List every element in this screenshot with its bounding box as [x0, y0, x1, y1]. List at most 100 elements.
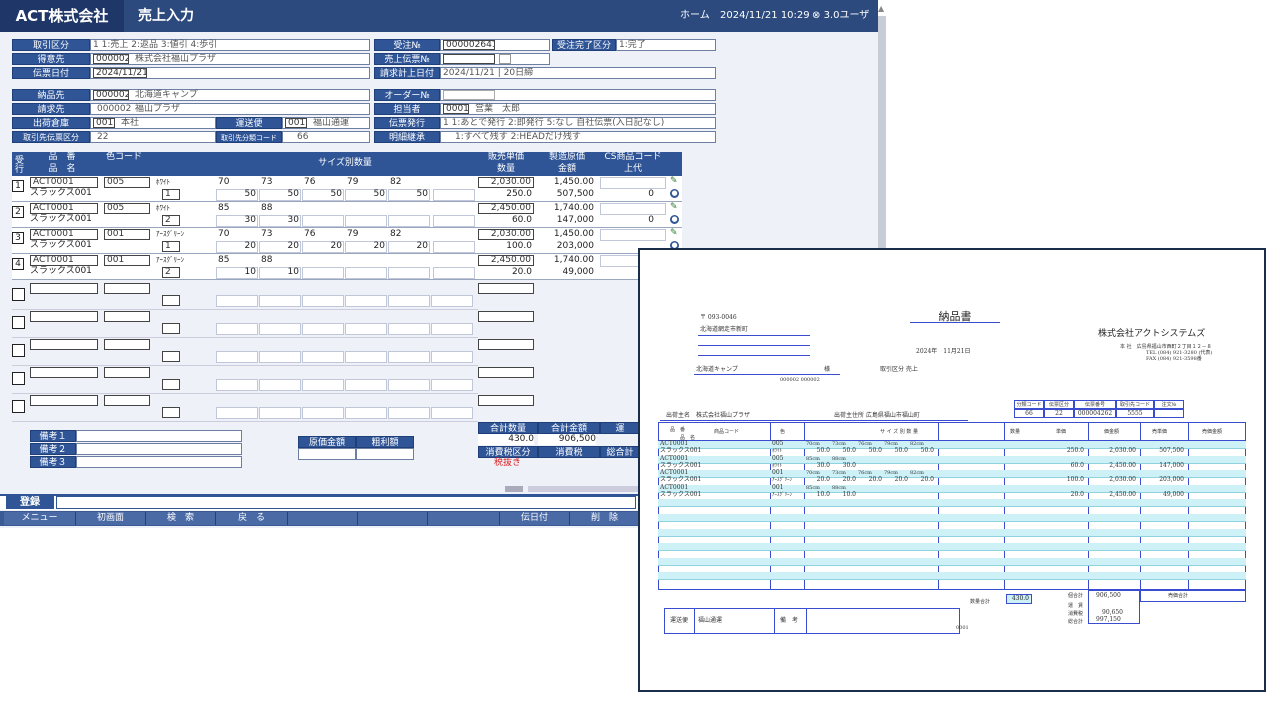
uriage-denpyo-sub[interactable]	[499, 54, 511, 64]
size-qty-cell[interactable]	[388, 323, 430, 335]
row-checkbox[interactable]	[12, 288, 25, 301]
fkey-8-button[interactable]	[428, 512, 500, 525]
size-qty-cell[interactable]	[302, 379, 344, 391]
tax-kubun-value[interactable]: 税抜き	[494, 458, 521, 469]
soko-field[interactable]: 001 本社	[90, 117, 216, 129]
size-qty-cell[interactable]	[388, 379, 430, 391]
meisai-field[interactable]: 1:すべて残す 2:HEADだけ残す	[440, 131, 716, 143]
hinban-input[interactable]: ACT0001	[30, 203, 98, 214]
color-code-input[interactable]	[104, 367, 150, 378]
menu-button[interactable]: メニュー	[4, 512, 76, 525]
fkey-6-button[interactable]	[288, 512, 358, 525]
hinban-input[interactable]: ACT0001	[30, 177, 98, 188]
init-screen-button[interactable]: 初画面	[76, 512, 146, 525]
size-qty-cell[interactable]	[345, 351, 387, 363]
juchu-kanryo-field[interactable]: 1:完了	[616, 39, 716, 51]
soko-code-input[interactable]: 001	[93, 118, 115, 128]
size-qty-cell[interactable]	[302, 407, 344, 419]
size-qty-cell[interactable]	[388, 295, 430, 307]
size-qty-cell[interactable]	[216, 295, 258, 307]
edit-icon[interactable]: ✎	[670, 229, 679, 238]
size-qty-cell[interactable]	[431, 407, 473, 419]
tanka-input[interactable]	[478, 367, 534, 378]
unso-field[interactable]: 001 福山通運	[282, 117, 370, 129]
home-link[interactable]: ホーム	[680, 0, 710, 32]
order-no-input[interactable]	[443, 90, 495, 100]
cs-code-input[interactable]	[600, 177, 666, 189]
size-qty-cell[interactable]	[345, 215, 387, 227]
hinban-input[interactable]	[30, 339, 98, 350]
horizontal-scrollbar[interactable]	[528, 486, 638, 492]
uriage-denpyo-field[interactable]	[440, 53, 550, 65]
size-qty-cell[interactable]	[433, 189, 475, 201]
denpyo-date-field[interactable]: 2024/11/21	[90, 67, 370, 79]
user-menu[interactable]: ⊗ 3.0ユーザ	[812, 0, 869, 32]
back-button[interactable]: 戻 る	[216, 512, 288, 525]
torihiki-kubun-field[interactable]: 1 1:売上 2:返品 3:値引 4:歩引	[90, 39, 370, 51]
biko1-input[interactable]	[76, 430, 242, 442]
size-qty-cell[interactable]	[259, 407, 301, 419]
tanka-input[interactable]	[478, 283, 534, 294]
kubun-input[interactable]	[162, 407, 180, 418]
color-code-input[interactable]: 005	[104, 203, 150, 214]
hakko-field[interactable]: 1 1:あとで発行 2:即発行 5:なし 自社伝票(入日記なし)	[440, 117, 716, 129]
size-qty-cell[interactable]	[216, 407, 258, 419]
color-code-input[interactable]: 001	[104, 255, 150, 266]
cs-code-input[interactable]	[600, 229, 666, 241]
juchu-no-input[interactable]: 000002641	[443, 40, 495, 50]
row-checkbox[interactable]	[12, 344, 25, 357]
tanka-input[interactable]: 2,450.00	[478, 255, 534, 266]
tanto-code-input[interactable]: 0001	[443, 104, 469, 114]
scroll-up-icon[interactable]: ▲	[878, 4, 886, 13]
order-no-field[interactable]	[440, 89, 716, 101]
hinban-input[interactable]	[30, 395, 98, 406]
size-qty-cell[interactable]	[259, 323, 301, 335]
hinban-input[interactable]: ACT0001	[30, 229, 98, 240]
size-qty-cell[interactable]	[433, 241, 475, 253]
size-qty-cell[interactable]	[431, 379, 473, 391]
kubun-input[interactable]: 1	[162, 241, 180, 252]
size-qty-cell[interactable]	[431, 351, 473, 363]
kubun-input[interactable]	[162, 295, 180, 306]
color-code-input[interactable]: 005	[104, 177, 150, 188]
row-checkbox[interactable]	[12, 400, 25, 413]
seikyu-date-field[interactable]: 2024/11/21 | 20日締	[440, 67, 716, 79]
size-qty-cell[interactable]	[388, 267, 430, 279]
delete-button[interactable]: 削 除	[570, 512, 640, 525]
vertical-scrollbar[interactable]	[878, 16, 886, 262]
size-qty-cell[interactable]	[216, 323, 258, 335]
row-number[interactable]: 1	[12, 180, 24, 192]
juchu-no-field[interactable]: 000002641	[440, 39, 550, 51]
edit-icon[interactable]: ✎	[670, 203, 679, 212]
edit-icon[interactable]: ✎	[670, 177, 679, 186]
color-code-input[interactable]	[104, 283, 150, 294]
detail-icon[interactable]: ●	[670, 215, 679, 224]
size-qty-cell[interactable]	[302, 351, 344, 363]
tanka-input[interactable]	[478, 395, 534, 406]
color-code-input[interactable]	[104, 311, 150, 322]
date-button[interactable]: 伝日付	[500, 512, 570, 525]
row-checkbox[interactable]	[12, 316, 25, 329]
nohinsaki-code-input[interactable]: 000002	[93, 90, 129, 100]
color-code-input[interactable]	[104, 339, 150, 350]
kubun-input[interactable]	[162, 379, 180, 390]
nohinsaki-field[interactable]: 000002 北海道キャンプ	[90, 89, 370, 101]
search-button[interactable]: 検 索	[146, 512, 216, 525]
unso-code-input[interactable]: 001	[285, 118, 307, 128]
kubun-input[interactable]: 2	[162, 267, 180, 278]
scroll-thumb-left[interactable]	[505, 486, 523, 492]
kubun-input[interactable]	[162, 323, 180, 334]
size-qty-cell[interactable]	[431, 323, 473, 335]
size-qty-cell[interactable]	[259, 351, 301, 363]
color-code-input[interactable]	[104, 395, 150, 406]
denpyo-date-input[interactable]: 2024/11/21	[93, 68, 147, 78]
size-qty-cell[interactable]	[216, 379, 258, 391]
fkey-7-button[interactable]	[358, 512, 428, 525]
tanka-input[interactable]	[478, 311, 534, 322]
biko3-input[interactable]	[76, 456, 242, 468]
hinban-input[interactable]	[30, 367, 98, 378]
tanka-input[interactable]: 2,450.00	[478, 203, 534, 214]
row-number[interactable]: 3	[12, 232, 24, 244]
size-qty-cell[interactable]	[431, 295, 473, 307]
color-code-input[interactable]: 001	[104, 229, 150, 240]
